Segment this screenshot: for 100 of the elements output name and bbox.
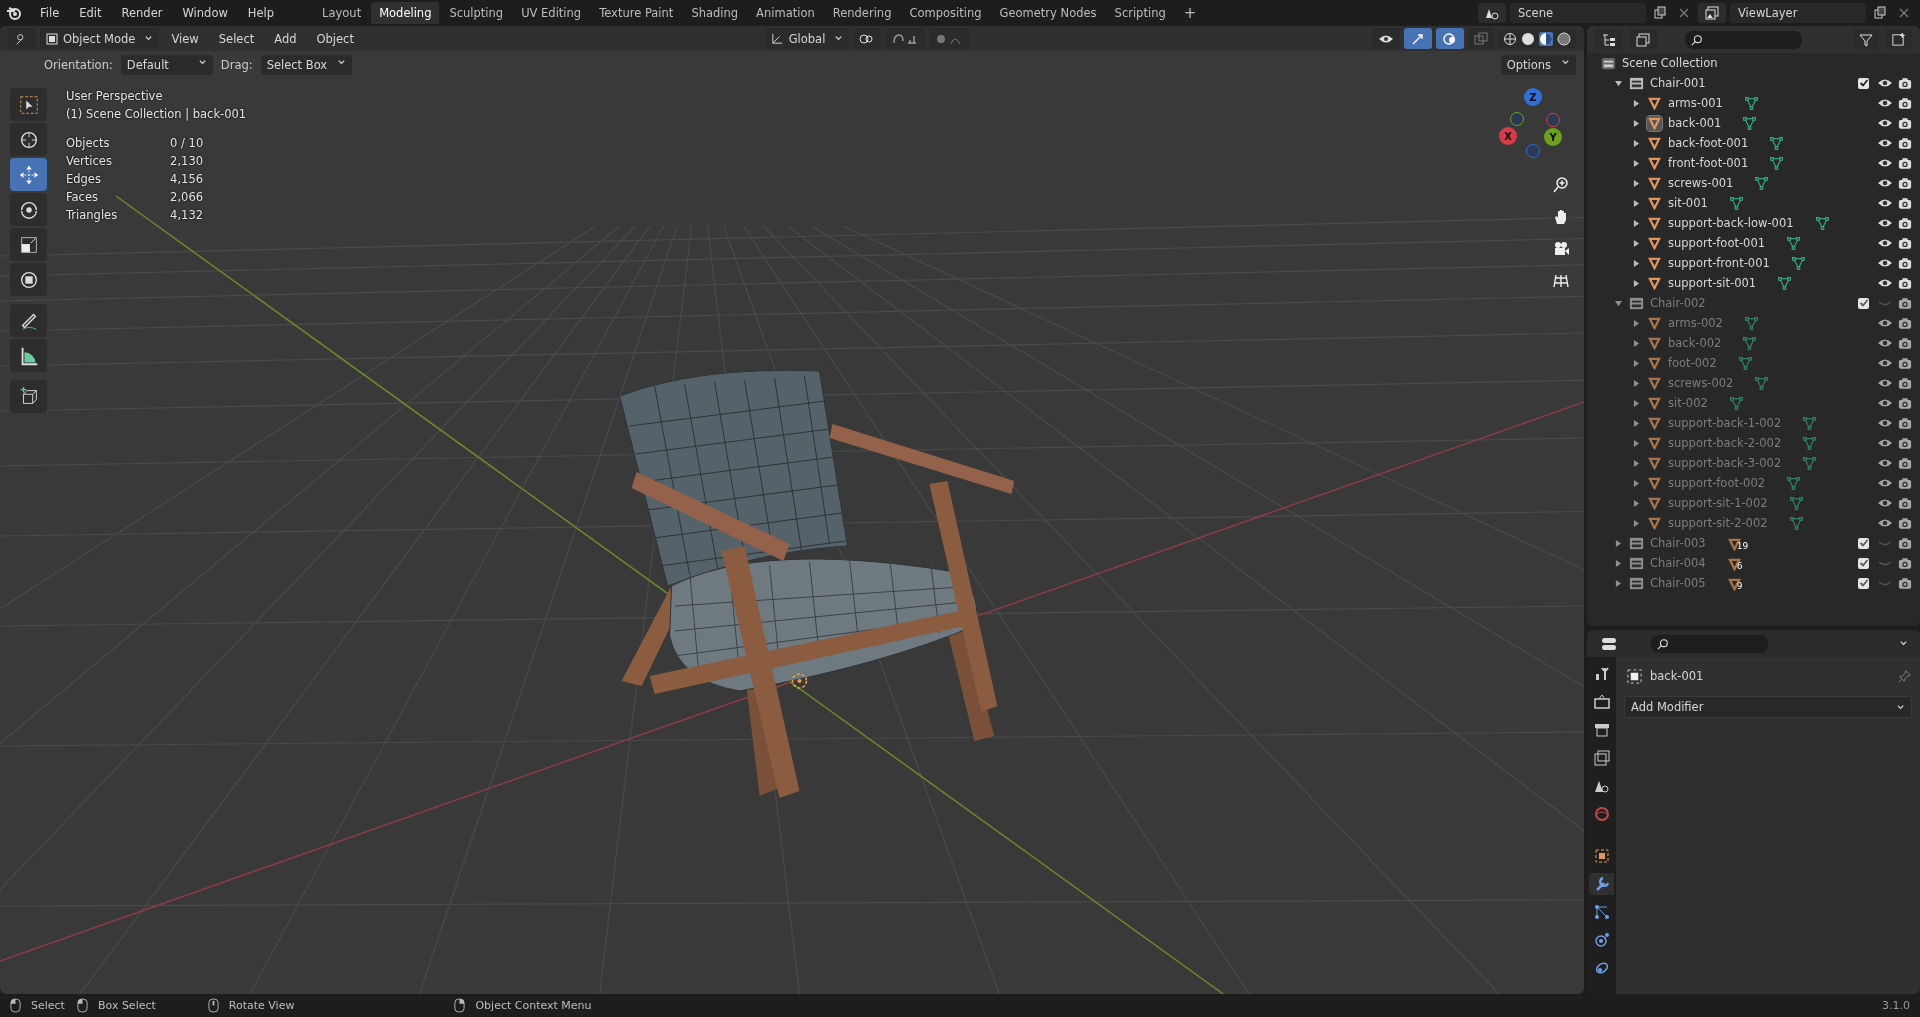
workspace-tab[interactable]: Layout <box>314 2 370 24</box>
axis-gizmo-ball[interactable]: Y <box>1544 128 1562 146</box>
editor-type-button[interactable] <box>8 28 36 49</box>
collection-name[interactable]: Chair-002 <box>1650 296 1706 310</box>
workspace-tab[interactable]: Texture Paint <box>591 2 682 24</box>
camera-render-icon[interactable] <box>1898 96 1912 110</box>
camera-render-icon[interactable] <box>1898 376 1912 390</box>
scale-tool-icon[interactable] <box>10 228 47 261</box>
expand-arrow-icon[interactable] <box>1633 479 1640 487</box>
rotate-tool-icon[interactable] <box>10 193 47 226</box>
overlays-toggle-icon[interactable] <box>1436 28 1464 49</box>
mesh-data-icon[interactable] <box>1744 316 1758 330</box>
mesh-object-icon[interactable] <box>1647 95 1662 111</box>
expand-arrow-icon[interactable] <box>1633 199 1640 207</box>
mesh-data-icon[interactable] <box>1803 436 1817 450</box>
modifiers-tab-icon[interactable] <box>1589 873 1614 895</box>
camera-render-icon[interactable] <box>1898 256 1912 270</box>
negative-axis-ball[interactable] <box>1510 112 1524 126</box>
snap-icon[interactable] <box>885 28 926 49</box>
menu-item[interactable]: Window <box>174 3 236 23</box>
menu-item[interactable]: File <box>32 3 68 23</box>
camera-render-icon[interactable] <box>1898 176 1912 190</box>
add-modifier-dropdown[interactable]: Add Modifier <box>1624 696 1912 718</box>
mesh-object-icon[interactable] <box>1647 495 1662 511</box>
eye-icon[interactable] <box>1877 197 1893 209</box>
viewport-menu-item[interactable]: Add <box>266 28 305 49</box>
collection-name[interactable]: Chair-004 <box>1650 556 1706 570</box>
shading-mode-buttons[interactable] <box>1498 29 1576 48</box>
add-workspace-button[interactable]: + <box>1175 1 1205 25</box>
expand-arrow-icon[interactable] <box>1633 399 1640 407</box>
pin-icon[interactable] <box>1898 669 1912 683</box>
new-collection-icon[interactable] <box>1885 29 1912 50</box>
collection-name[interactable]: Scene Collection <box>1622 56 1718 70</box>
mesh-object-icon[interactable] <box>1647 275 1662 291</box>
measure-tool-icon[interactable] <box>10 339 47 372</box>
drag-dropdown[interactable]: Select Box <box>260 54 353 75</box>
annotate-tool-icon[interactable] <box>10 304 47 337</box>
mesh-data-icon[interactable] <box>1789 516 1803 530</box>
cursor-tool-icon[interactable] <box>10 123 47 156</box>
axis-gizmo-ball[interactable]: Z <box>1524 88 1542 106</box>
eye-icon[interactable] <box>1877 317 1893 329</box>
workspace-tab[interactable]: Shading <box>683 2 747 24</box>
transform-tool-icon[interactable] <box>10 263 47 296</box>
collection-name[interactable]: Chair-005 <box>1650 576 1706 590</box>
expand-arrow-icon[interactable] <box>1633 379 1640 387</box>
object-name[interactable]: back-foot-001 <box>1668 136 1749 150</box>
search-field[interactable] <box>1651 634 1768 653</box>
exclude-checkbox[interactable] <box>1858 557 1869 569</box>
eye-icon[interactable] <box>1877 397 1893 409</box>
eye-icon[interactable] <box>1877 217 1893 229</box>
mesh-data-icon[interactable] <box>1743 336 1757 350</box>
eye-icon[interactable] <box>1877 497 1893 509</box>
gizmo-toggle-icon[interactable] <box>1404 28 1432 49</box>
mesh-data-icon[interactable] <box>1738 356 1752 370</box>
mesh-object-icon[interactable] <box>1647 235 1662 251</box>
collection-name[interactable]: Chair-003 <box>1650 536 1706 550</box>
mesh-object-icon[interactable] <box>1647 255 1662 271</box>
close-icon[interactable] <box>1677 6 1691 20</box>
object-name[interactable]: arms-002 <box>1668 316 1723 330</box>
expand-arrow-icon[interactable] <box>1633 259 1640 267</box>
exclude-checkbox[interactable] <box>1858 537 1869 549</box>
expand-arrow-icon[interactable] <box>1633 339 1640 347</box>
mesh-data-icon[interactable] <box>1787 236 1801 250</box>
eye-icon[interactable] <box>1877 77 1893 89</box>
object-name[interactable]: support-foot-001 <box>1668 236 1766 250</box>
object-name[interactable]: back-002 <box>1668 336 1722 350</box>
scene-icon[interactable] <box>1478 3 1506 23</box>
expand-arrow-icon[interactable] <box>1633 159 1640 167</box>
select-tool-icon[interactable] <box>10 88 47 121</box>
mesh-object-icon[interactable] <box>1647 475 1662 491</box>
expand-arrow-icon[interactable] <box>1633 139 1640 147</box>
expand-arrow-icon[interactable] <box>1633 99 1640 107</box>
camera-render-icon[interactable] <box>1898 496 1912 510</box>
image-stack-icon[interactable] <box>1629 29 1657 50</box>
expand-arrow-icon[interactable] <box>1633 439 1640 447</box>
mesh-data-icon[interactable] <box>1743 116 1757 130</box>
camera-render-icon[interactable] <box>1898 196 1912 210</box>
object-name[interactable]: sit-002 <box>1668 396 1708 410</box>
object-name[interactable]: foot-002 <box>1668 356 1717 370</box>
eye-icon[interactable] <box>1877 457 1893 469</box>
search-field[interactable] <box>1685 30 1802 49</box>
camera-render-icon[interactable] <box>1898 516 1912 530</box>
camera-render-icon[interactable] <box>1898 356 1912 370</box>
workspace-tab[interactable]: Geometry Nodes <box>991 2 1105 24</box>
scene-field[interactable]: Scene <box>1510 3 1646 23</box>
image-stack-icon[interactable] <box>1698 3 1726 23</box>
object-name[interactable]: front-foot-001 <box>1668 156 1749 170</box>
expand-arrow-icon[interactable] <box>1633 319 1640 327</box>
object-name[interactable]: sit-001 <box>1668 196 1708 210</box>
eye-icon[interactable] <box>1877 377 1893 389</box>
mesh-object-icon[interactable] <box>1647 195 1662 211</box>
viewport-menu-item[interactable]: Select <box>210 28 263 49</box>
eye-icon[interactable] <box>1877 437 1893 449</box>
mesh-data-icon[interactable] <box>1803 456 1817 470</box>
camera-render-icon[interactable] <box>1898 436 1912 450</box>
camera-render-icon[interactable] <box>1898 476 1912 490</box>
menu-item[interactable]: Render <box>113 3 171 23</box>
workspace-tab[interactable]: Scripting <box>1106 2 1174 24</box>
pivot-icon[interactable] <box>853 28 882 49</box>
mesh-object-icon[interactable] <box>1647 115 1662 131</box>
